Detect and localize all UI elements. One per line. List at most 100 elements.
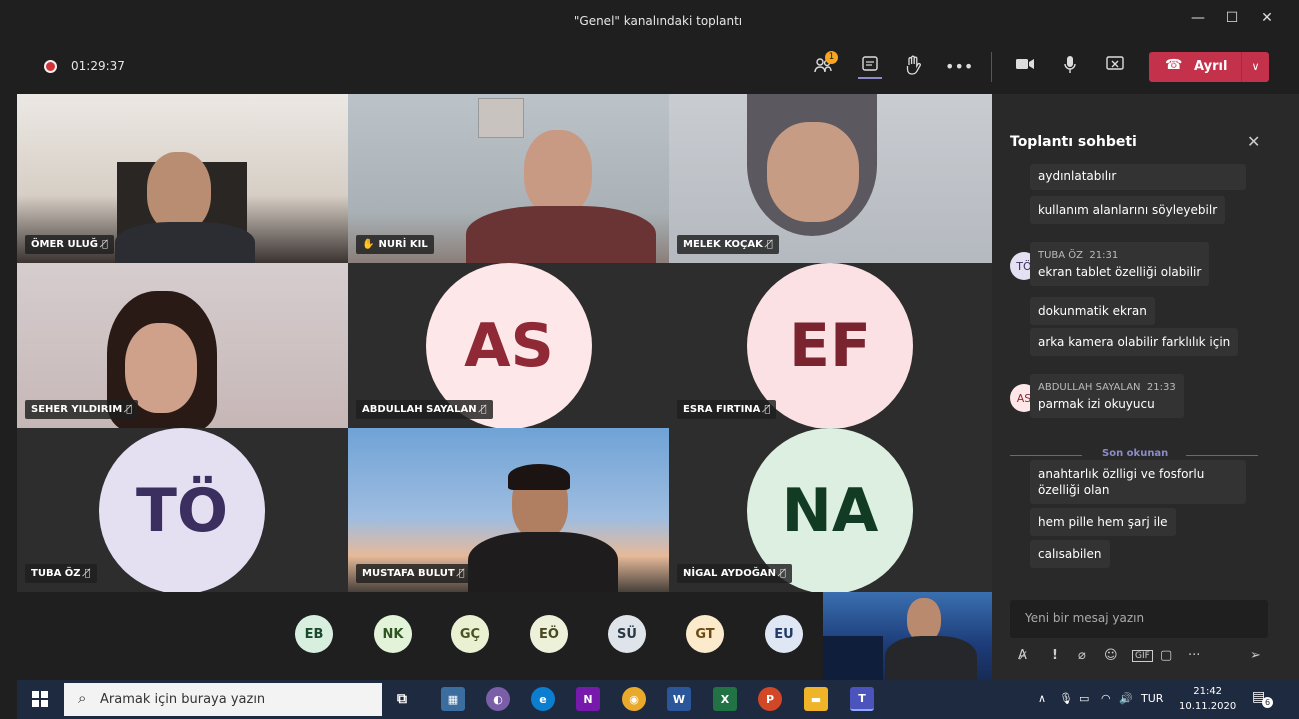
participant-avatar[interactable]: EÖ [530,615,568,653]
chat-message: dokunmatik ekran [1030,297,1155,325]
chat-message: hem pille hem şarj ile [1030,508,1176,536]
leave-button[interactable]: ☎ Ayrıl ∨ [1149,52,1269,82]
chevron-up-icon[interactable]: ∧ [1038,692,1046,705]
more-icon[interactable]: ··· [1188,648,1200,663]
message-time: 21:31 [1089,250,1119,261]
participant-label: MELEK KOÇAK 🎙̸ [677,235,779,254]
camera-icon [1016,59,1034,69]
mic-off-icon: 🎙̸ [480,404,487,415]
participant-avatar[interactable]: EU [765,615,803,653]
close-icon[interactable]: ✕ [1247,132,1260,151]
chat-message: anahtarlık özlligi ve fosforlu özelliği … [1030,460,1246,504]
search-placeholder: Aramak için buraya yazın [100,692,266,707]
message-compose-input[interactable]: Yeni bir mesaj yazın [1010,600,1268,638]
mic-off-icon: 🎙̸ [126,404,133,415]
message-time: 21:33 [1146,382,1176,393]
file-explorer-icon[interactable]: ▬ [804,687,828,711]
participant-avatar[interactable]: GT [686,615,724,653]
mic-off-icon: 🎙̸ [780,568,787,579]
sticker-icon[interactable]: ▢ [1160,648,1172,663]
toolbar-divider [991,52,992,82]
meeting-timer: 01:29:37 [71,59,125,73]
participants-badge: 1 [825,51,838,64]
video-tile[interactable]: MELEK KOÇAK 🎙̸ [669,94,992,263]
meeting-toolbar: 01:29:37 1 ••• ☎ Ayrıl ∨ [17,38,1299,94]
participant-avatar[interactable]: SÜ [608,615,646,653]
last-read-label: Son okunan [1102,448,1169,459]
word-icon[interactable]: W [667,687,691,711]
mic-off-icon: 🎙̸ [84,568,91,579]
window-title: "Genel" kanalındaki toplantı [573,14,743,28]
mic-off-icon: 🎙̸ [766,239,773,250]
video-tile[interactable]: ✋ NURİ KIL [348,94,669,263]
taskbar-search-box[interactable]: ⌕ Aramak için buraya yazın [64,683,382,716]
paint-icon[interactable]: ◐ [486,687,510,711]
person-body [466,206,656,263]
participant-label: MUSTAFA BULUT 🎙̸ [356,564,471,583]
notifications-icon[interactable]: ▤ 6 [1252,689,1273,709]
video-tile[interactable]: TÖ TUBA ÖZ 🎙̸ [17,428,348,592]
excel-icon[interactable]: X [713,687,737,711]
language-indicator[interactable]: TUR [1141,692,1163,705]
person-head [147,152,211,232]
windows-start-icon[interactable] [32,691,48,707]
video-tile[interactable]: SEHER YILDIRIM 🎙̸ [17,263,348,428]
close-button[interactable]: ✕ [1255,10,1279,26]
chat-message: kullanım alanlarını söyleyebilr [1030,196,1226,224]
teams-icon[interactable]: T [850,687,874,711]
participant-label: ÖMER ULUĞ 🎙̸ [25,235,114,254]
maximize-button[interactable]: ☐ [1220,10,1244,26]
battery-icon[interactable]: ▭ [1079,692,1089,705]
format-icon[interactable]: A̷ [1018,648,1027,663]
recording-icon [44,60,57,73]
participant-label: ✋ NURİ KIL [356,235,434,254]
compose-toolbar: A̷ ! ⌀ ☺ GIF ▢ ··· ➢ [1010,648,1275,672]
chat-button[interactable] [858,55,882,79]
attach-icon[interactable]: ⌀ [1078,648,1086,663]
microphone-button[interactable] [1058,55,1082,79]
participants-button[interactable]: 1 [811,51,838,79]
emoji-icon[interactable]: ☺ [1104,648,1118,663]
chrome-icon[interactable]: ◉ [622,687,646,711]
volume-icon[interactable]: 🔊 [1119,692,1133,705]
participant-label: SEHER YILDIRIM 🎙̸ [25,400,139,419]
more-options-button[interactable]: ••• [945,55,973,79]
clock[interactable]: 21:42 10.11.2020 [1179,684,1236,714]
windows-taskbar: ⌕ Aramak için buraya yazın ⧉ ▦ ◐ e N ◉ W… [17,680,1299,719]
microphone-tray-icon[interactable]: 🎙 [1059,692,1073,705]
participant-avatar[interactable]: GÇ [451,615,489,653]
chat-message: calısabilen [1030,540,1110,568]
participant-avatar[interactable]: NK [374,615,412,653]
compose-placeholder: Yeni bir mesaj yazın [1025,611,1145,625]
raise-hand-button[interactable] [901,55,925,79]
edge-browser-icon[interactable]: e [531,687,555,711]
participant-avatar[interactable]: EB [295,615,333,653]
title-bar: "Genel" kanalındaki toplantı — ☐ ✕ [17,4,1299,38]
stop-share-icon [1106,56,1124,70]
chat-message: arka kamera olabilir farklılık için [1030,328,1239,356]
phone-hangup-icon: ☎ [1165,57,1183,73]
video-tile[interactable]: ÖMER ULUĞ 🎙̸ [17,94,348,263]
self-view-video[interactable] [823,592,992,680]
video-tile[interactable]: NA NİGAL AYDOĞAN 🎙̸ [669,428,992,592]
mic-off-icon: 🎙̸ [764,404,771,415]
camera-button[interactable] [1013,55,1037,79]
onenote-icon[interactable]: N [576,687,600,711]
wifi-icon[interactable]: ◠ [1101,692,1111,705]
important-icon[interactable]: ! [1052,648,1058,663]
person-body [115,222,255,263]
gif-icon[interactable]: GIF [1132,650,1153,662]
share-screen-button[interactable] [1103,55,1127,79]
task-view-icon[interactable]: ⧉ [390,687,414,711]
mic-off-icon: 🎙̸ [458,568,465,579]
video-tile[interactable]: AS ABDULLAH SAYALAN 🎙̸ [348,263,669,428]
video-tile[interactable]: MUSTAFA BULUT 🎙̸ [348,428,669,592]
powerpoint-icon[interactable]: P [758,687,782,711]
microphone-icon [1064,56,1076,73]
minimize-button[interactable]: — [1186,10,1210,26]
calculator-icon[interactable]: ▦ [441,687,465,711]
send-icon[interactable]: ➢ [1250,648,1261,663]
avatar: TÖ [99,428,265,592]
chevron-down-icon[interactable]: ∨ [1241,52,1269,82]
video-tile[interactable]: EF ESRA FIRTINA 🎙̸ [669,263,992,428]
